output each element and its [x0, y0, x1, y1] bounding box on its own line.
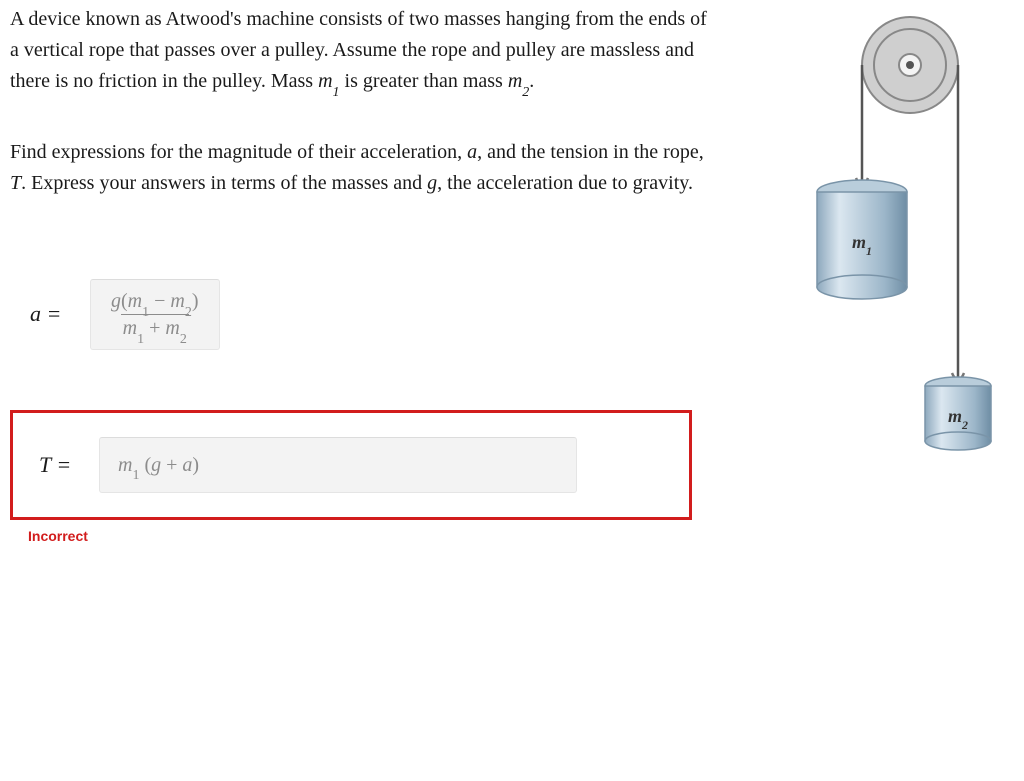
- incorrect-frame: T = m1 (g + a): [10, 410, 692, 520]
- problem-paragraph-1: A device known as Atwood's machine consi…: [10, 4, 710, 97]
- answer-a-input[interactable]: g(m1 − m2) m1 + m2: [90, 279, 220, 350]
- incorrect-label: Incorrect: [28, 526, 710, 548]
- mass-m2: m2: [925, 377, 991, 450]
- answer-T-input[interactable]: m1 (g + a): [99, 437, 577, 493]
- answer-a-lhs: a =: [30, 297, 90, 331]
- answer-row-a: a = g(m1 − m2) m1 + m2: [30, 279, 710, 350]
- mass-m1: m1: [817, 180, 907, 299]
- answer-row-T: T = m1 (g + a): [39, 437, 681, 493]
- answer-T-lhs: T =: [39, 448, 99, 482]
- atwood-figure: m1 m2: [810, 10, 1010, 460]
- problem-paragraph-2: Find expressions for the magnitude of th…: [10, 137, 710, 199]
